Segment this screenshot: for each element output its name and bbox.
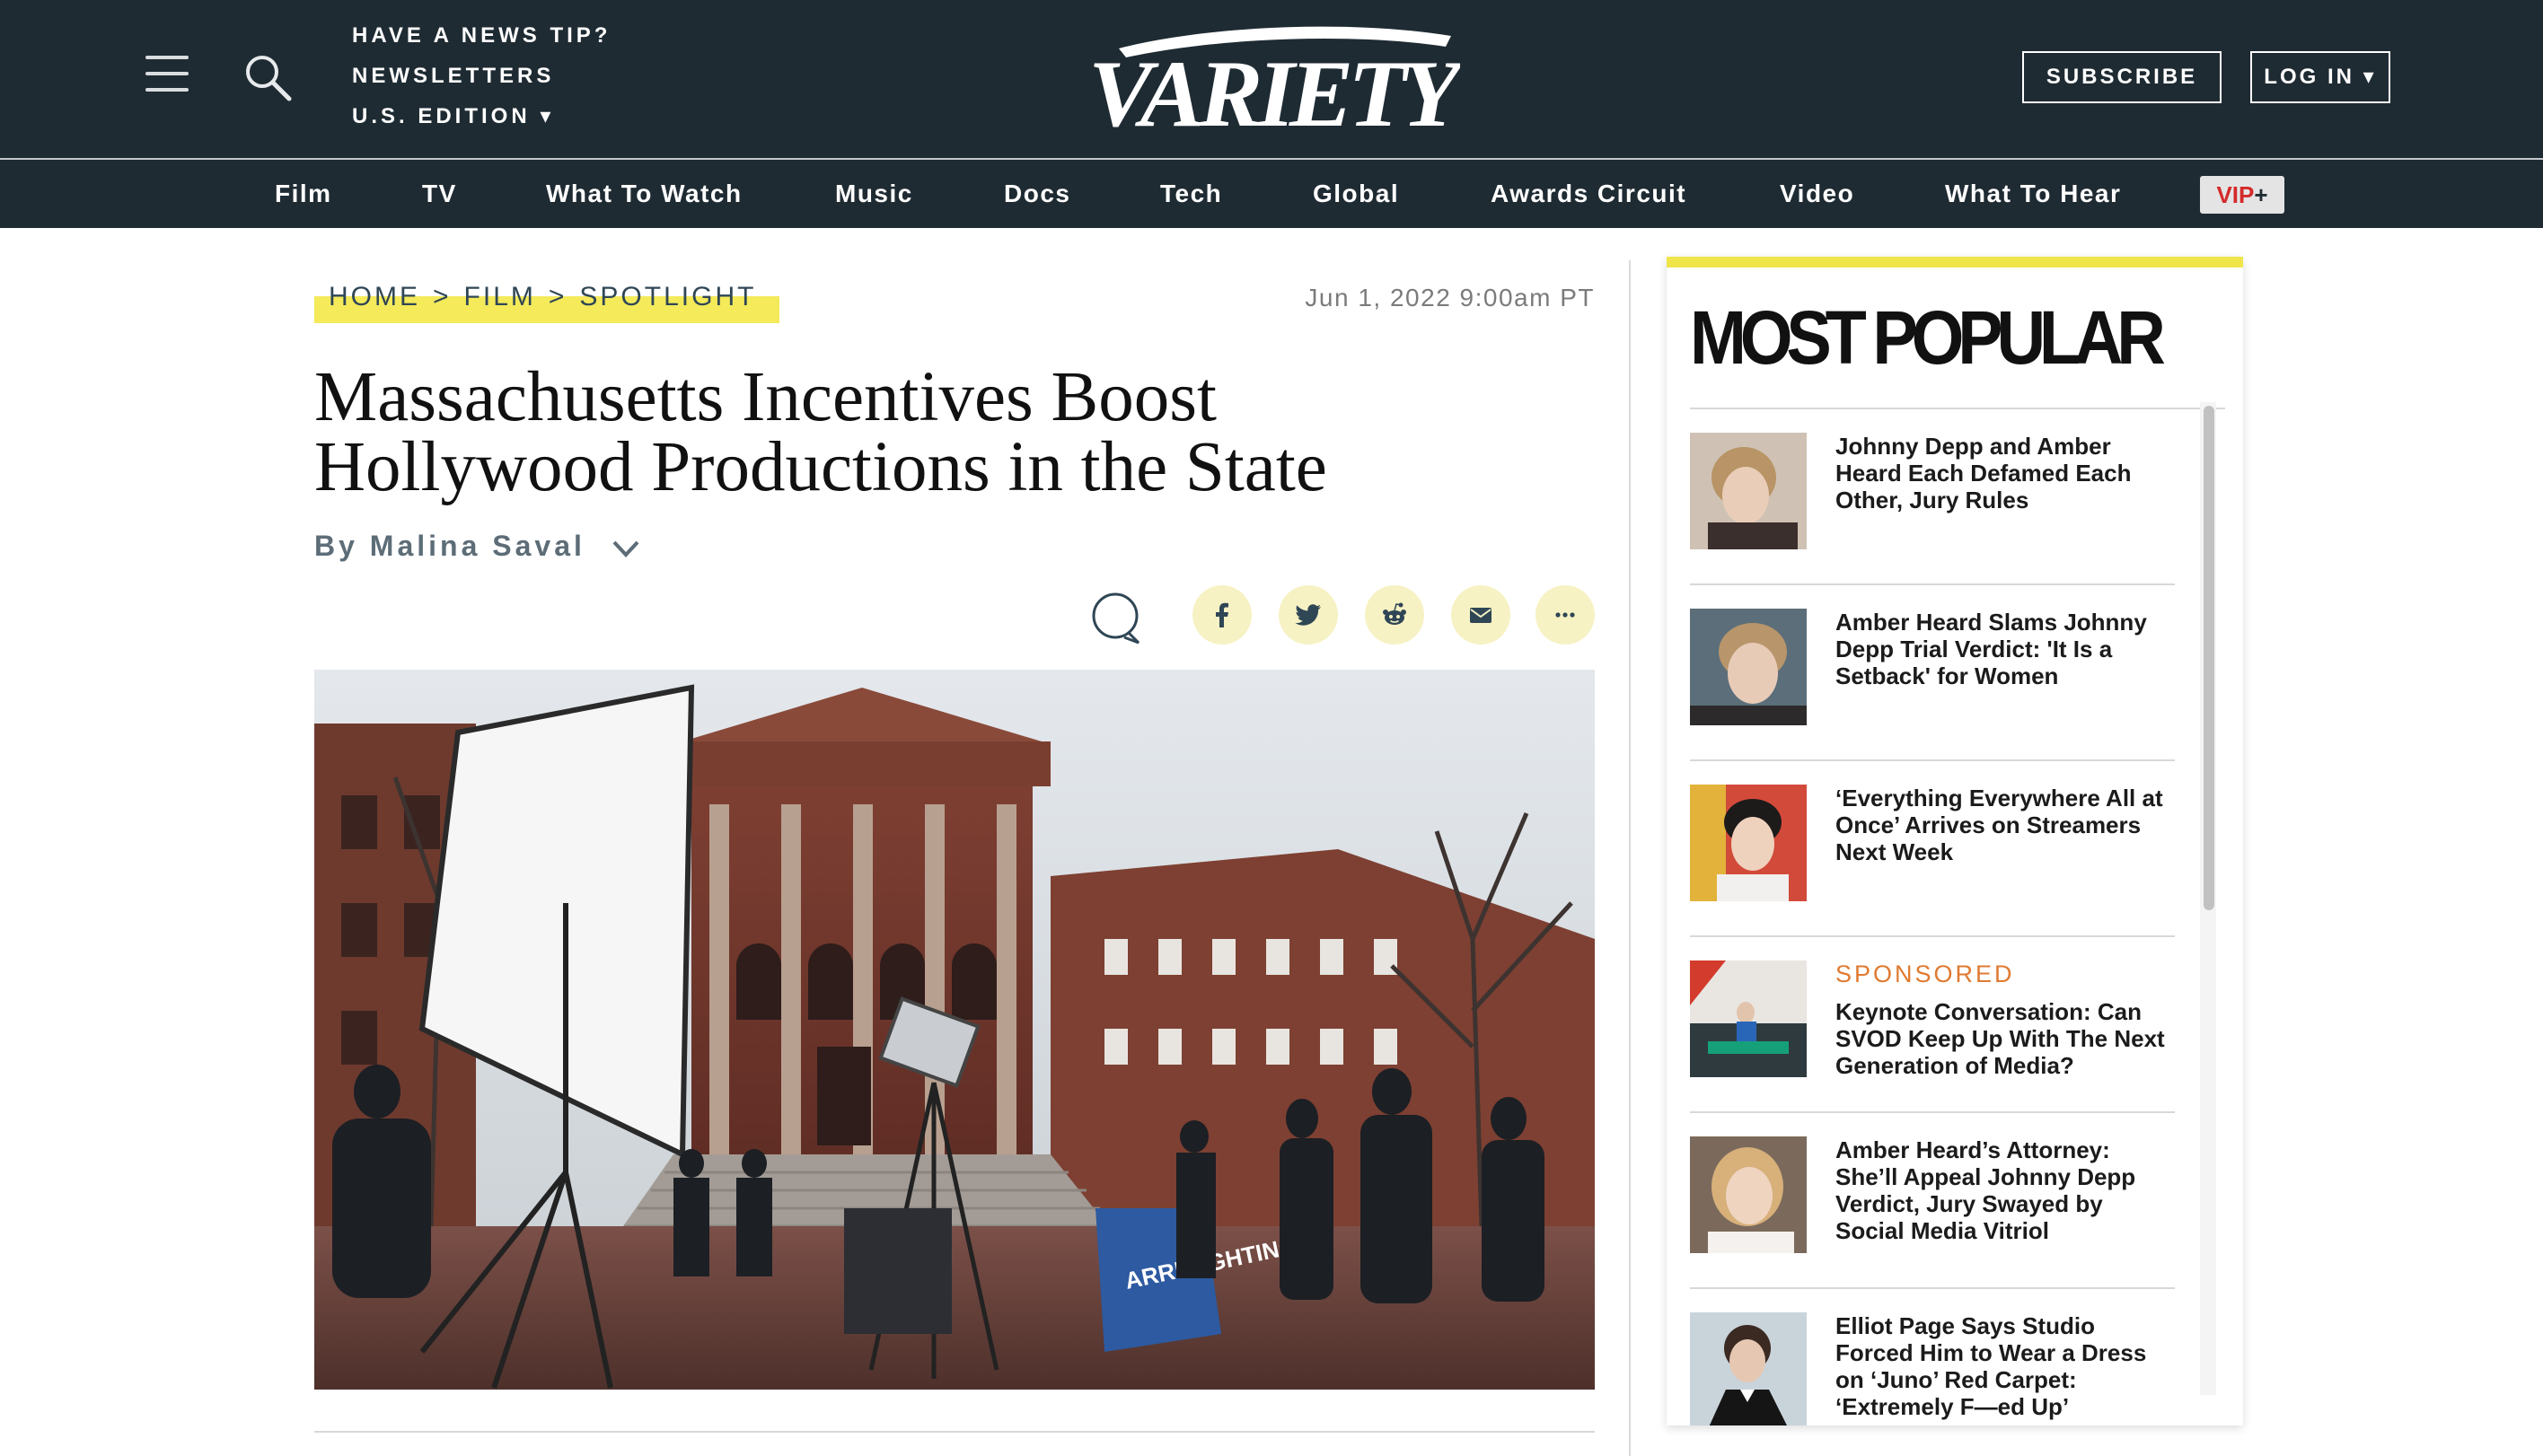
breadcrumb-spotlight[interactable]: SPOTLIGHT bbox=[579, 282, 756, 311]
sponsored-label: SPONSORED bbox=[1835, 960, 2015, 987]
facebook-share-button[interactable] bbox=[1192, 585, 1252, 645]
popular-thumbnail[interactable] bbox=[1690, 960, 1807, 1077]
reddit-share-button[interactable] bbox=[1365, 585, 1424, 645]
publish-date: Jun 1, 2022 9:00am PT bbox=[1305, 284, 1595, 311]
popular-item-5[interactable]: Amber Heard’s Attorney: She’ll Appeal Jo… bbox=[1690, 1113, 2175, 1289]
edition-selector[interactable]: U.S. EDITION ▾ bbox=[352, 101, 611, 141]
article-headline: Massachusetts Incentives Boost Hollywood… bbox=[314, 358, 1327, 506]
comment-icon[interactable] bbox=[1088, 591, 1144, 646]
popular-item-1[interactable]: Johnny Depp and Amber Heard Each Defamed… bbox=[1690, 409, 2175, 585]
popular-item-3[interactable]: ‘Everything Everywhere All at Once’ Arri… bbox=[1690, 761, 2175, 937]
login-button[interactable]: LOG IN ▾ bbox=[2250, 51, 2390, 103]
sidebar-scrollbar-thumb[interactable] bbox=[2204, 406, 2214, 910]
nav-item-video[interactable]: Video bbox=[1780, 160, 1854, 228]
vip-label: VIP bbox=[2216, 181, 2255, 208]
nav-item-tv[interactable]: TV bbox=[422, 160, 457, 228]
most-popular-title: MOST POPULAR bbox=[1690, 295, 2166, 380]
byline: By Malina Saval bbox=[314, 530, 640, 563]
more-icon bbox=[1555, 612, 1575, 618]
hero-image: ARRI LIGHTING bbox=[314, 670, 1595, 1390]
main-nav: Film TV What To Watch Music Docs Tech Gl… bbox=[0, 158, 2543, 228]
most-popular-panel: MOST POPULAR Johnny Depp and Amber Heard… bbox=[1667, 257, 2243, 1425]
popular-thumbnail[interactable] bbox=[1690, 609, 1807, 725]
popular-headline[interactable]: Amber Heard’s Attorney: She’ll Appeal Jo… bbox=[1835, 1136, 2177, 1244]
chevron-down-icon[interactable] bbox=[612, 538, 640, 559]
news-tip-link[interactable]: HAVE A NEWS TIP? bbox=[352, 20, 611, 60]
popular-thumbnail[interactable] bbox=[1690, 433, 1807, 549]
vip-button[interactable]: VIP+ bbox=[2200, 176, 2284, 214]
vip-plus: + bbox=[2254, 181, 2268, 208]
more-share-button[interactable] bbox=[1535, 585, 1595, 645]
site-header: HAVE A NEWS TIP? NEWSLETTERS U.S. EDITIO… bbox=[0, 0, 2543, 158]
nav-item-music[interactable]: Music bbox=[835, 160, 913, 228]
popular-item-2[interactable]: Amber Heard Slams Johnny Depp Trial Verd… bbox=[1690, 585, 2175, 761]
most-popular-list: Johnny Depp and Amber Heard Each Defamed… bbox=[1690, 408, 2225, 1425]
popular-headline[interactable]: Keynote Conversation: Can SVOD Keep Up W… bbox=[1835, 998, 2165, 1079]
nav-item-tech[interactable]: Tech bbox=[1160, 160, 1222, 228]
popular-headline[interactable]: Johnny Depp and Amber Heard Each Defamed… bbox=[1835, 433, 2177, 513]
header-utility-links: HAVE A NEWS TIP? NEWSLETTERS U.S. EDITIO… bbox=[352, 20, 611, 141]
column-divider bbox=[1629, 260, 1631, 1456]
author-name[interactable]: By Malina Saval bbox=[314, 530, 585, 562]
popular-thumbnail[interactable] bbox=[1690, 1136, 1807, 1253]
email-share-button[interactable] bbox=[1451, 585, 1510, 645]
popular-headline-block[interactable]: SPONSORED Keynote Conversation: Can SVOD… bbox=[1835, 960, 2177, 1079]
breadcrumb-home[interactable]: HOME bbox=[329, 282, 420, 311]
popular-headline[interactable]: ‘Everything Everywhere All at Once’ Arri… bbox=[1835, 785, 2177, 865]
popular-item-4-sponsored[interactable]: SPONSORED Keynote Conversation: Can SVOD… bbox=[1690, 937, 2175, 1113]
popular-thumbnail[interactable] bbox=[1690, 785, 1807, 901]
nav-item-global[interactable]: Global bbox=[1313, 160, 1399, 228]
nav-item-docs[interactable]: Docs bbox=[1004, 160, 1070, 228]
breadcrumb-film[interactable]: FILM bbox=[464, 282, 536, 311]
article-divider bbox=[314, 1431, 1595, 1433]
nav-item-film[interactable]: Film bbox=[275, 160, 332, 228]
popular-item-6[interactable]: Elliot Page Says Studio Forced Him to We… bbox=[1690, 1289, 2175, 1425]
breadcrumb-separator: > bbox=[548, 282, 568, 311]
nav-item-awards-circuit[interactable]: Awards Circuit bbox=[1491, 160, 1686, 228]
popular-headline[interactable]: Elliot Page Says Studio Forced Him to We… bbox=[1835, 1312, 2177, 1420]
breadcrumb: HOME > FILM > SPOTLIGHT bbox=[329, 282, 756, 312]
popular-thumbnail[interactable] bbox=[1690, 1312, 1807, 1425]
logo-text: VARIETY bbox=[1088, 41, 1460, 135]
twitter-icon bbox=[1295, 604, 1321, 626]
email-icon bbox=[1470, 608, 1491, 623]
nav-item-what-to-hear[interactable]: What To Hear bbox=[1945, 160, 2121, 228]
popular-headline[interactable]: Amber Heard Slams Johnny Depp Trial Verd… bbox=[1835, 609, 2177, 689]
menu-icon[interactable] bbox=[145, 56, 189, 92]
breadcrumb-separator: > bbox=[433, 282, 452, 311]
variety-logo[interactable]: VARIETY bbox=[1083, 20, 1460, 135]
subscribe-button[interactable]: SUBSCRIBE bbox=[2022, 51, 2222, 103]
reddit-icon bbox=[1383, 602, 1406, 625]
facebook-icon bbox=[1216, 602, 1228, 627]
search-icon[interactable] bbox=[242, 52, 293, 102]
nav-item-what-to-watch[interactable]: What To Watch bbox=[546, 160, 743, 228]
twitter-share-button[interactable] bbox=[1279, 585, 1338, 645]
newsletters-link[interactable]: NEWSLETTERS bbox=[352, 60, 611, 101]
